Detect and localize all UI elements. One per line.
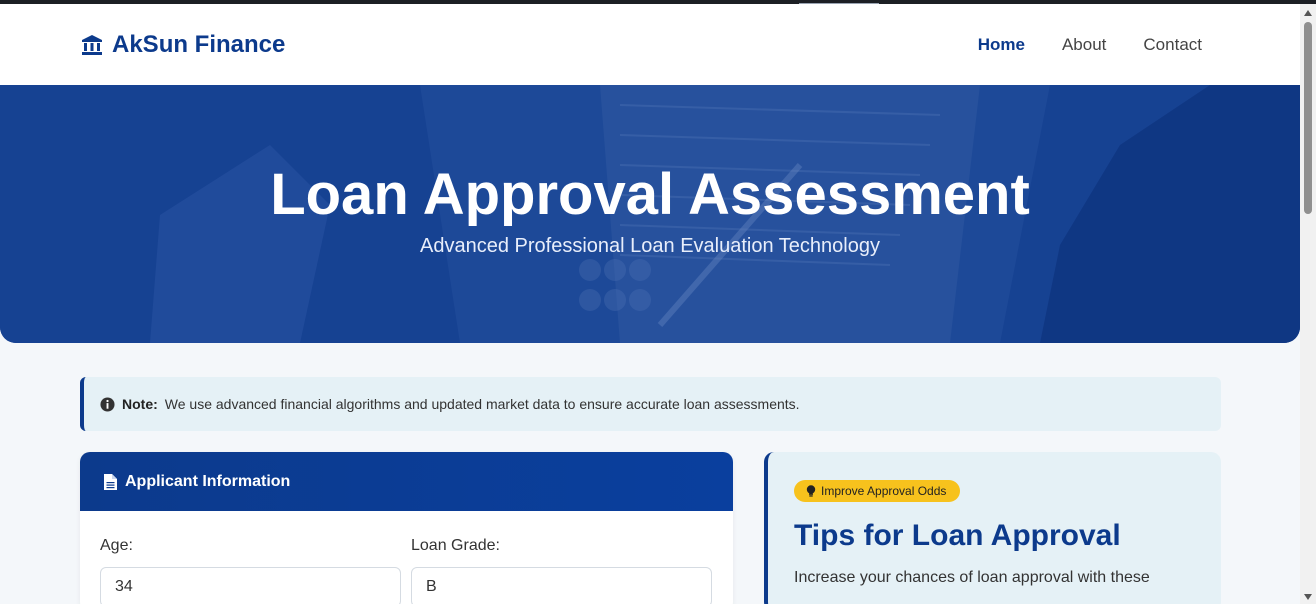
- age-input[interactable]: [100, 567, 401, 604]
- tips-panel: Improve Approval Odds Tips for Loan Appr…: [764, 452, 1221, 604]
- age-label: Age:: [100, 537, 133, 554]
- applicant-card-header: Applicant Information: [80, 452, 733, 511]
- lightbulb-icon: [806, 485, 816, 497]
- loan-grade-label: Loan Grade:: [411, 537, 500, 554]
- navbar: AkSun Finance Home About Contact: [0, 4, 1300, 85]
- loan-grade-input[interactable]: [411, 567, 712, 604]
- hero-banner: Loan Approval Assessment Advanced Profes…: [0, 85, 1300, 343]
- page-scrollbar[interactable]: [1300, 4, 1316, 604]
- bank-icon: [82, 34, 102, 55]
- file-icon: [104, 473, 117, 490]
- scroll-thumb[interactable]: [1304, 22, 1312, 214]
- page-subtitle: Advanced Professional Loan Evaluation Te…: [420, 235, 880, 257]
- brand-name: AkSun Finance: [112, 30, 286, 58]
- nav-link-home[interactable]: Home: [978, 35, 1025, 55]
- tips-heading: Tips for Loan Approval: [794, 519, 1121, 552]
- scroll-down-arrow-icon[interactable]: [1304, 594, 1312, 600]
- applicant-card: Applicant Information Age: Loan Grade:: [80, 452, 733, 604]
- age-field-group: Age:: [100, 537, 401, 604]
- info-circle-icon: [100, 396, 115, 412]
- note-text: We use advanced financial algorithms and…: [164, 396, 800, 412]
- applicant-card-title: Applicant Information: [125, 472, 291, 490]
- improve-odds-badge: Improve Approval Odds: [794, 480, 961, 502]
- badge-label: Improve Approval Odds: [821, 484, 947, 498]
- tips-intro: Increase your chances of loan approval w…: [794, 569, 1150, 586]
- scroll-up-arrow-icon[interactable]: [1304, 10, 1312, 16]
- loan-grade-field-group: Loan Grade:: [411, 537, 712, 604]
- brand-logo[interactable]: AkSun Finance: [80, 31, 285, 59]
- info-note: Note: We use advanced financial algorith…: [80, 377, 1221, 431]
- nav-link-about[interactable]: About: [1062, 35, 1106, 55]
- note-label: Note:: [122, 396, 158, 412]
- main-nav: Home About Contact: [978, 35, 1202, 55]
- nav-link-contact[interactable]: Contact: [1143, 35, 1202, 55]
- page-title: Loan Approval Assessment: [270, 162, 1030, 227]
